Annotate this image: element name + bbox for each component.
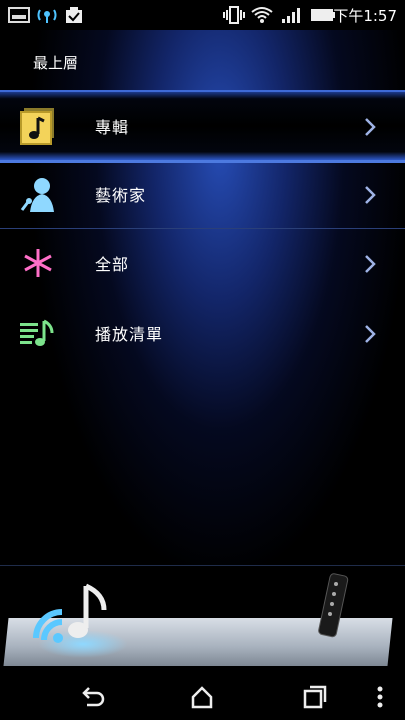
- menu-item-all[interactable]: 全部: [0, 229, 405, 299]
- menu-item-label: 全部: [95, 255, 130, 274]
- album-icon: [20, 108, 54, 145]
- menu-item-label: 藝術家: [95, 186, 147, 205]
- remote-control-icon[interactable]: [312, 572, 352, 642]
- chevron-right-icon: [365, 186, 376, 204]
- menu-icon[interactable]: [370, 683, 390, 711]
- app-screen: 下午1:57 最上層 專輯 藝術家 全部 播放清單: [0, 0, 405, 720]
- vibrate-icon: [223, 6, 245, 24]
- wireless-music-icon[interactable]: [28, 580, 112, 650]
- wireless-tether-icon: [37, 9, 57, 23]
- artist-icon: [20, 178, 54, 212]
- page-title: 最上層: [33, 54, 79, 72]
- menu-item-label: 專輯: [95, 118, 130, 137]
- menu-item-label: 播放清單: [95, 325, 164, 344]
- home-icon[interactable]: [188, 683, 216, 711]
- back-icon[interactable]: [77, 683, 105, 711]
- battery-icon: [311, 9, 335, 21]
- navigation-bar: [0, 673, 405, 720]
- playlist-icon: [20, 319, 54, 346]
- signal-icon: [282, 8, 300, 23]
- chevron-right-icon: [365, 325, 376, 343]
- status-bar: 下午1:57: [0, 0, 405, 30]
- menu-item-artists[interactable]: 藝術家: [0, 160, 405, 230]
- menu-item-albums[interactable]: 專輯: [0, 90, 405, 163]
- recent-apps-icon[interactable]: [301, 683, 329, 711]
- menu-item-playlists[interactable]: 播放清單: [0, 299, 405, 369]
- all-icon: [24, 249, 52, 277]
- task-check-icon: [66, 7, 82, 23]
- status-time: 下午1:57: [333, 7, 397, 25]
- chevron-right-icon: [365, 255, 376, 273]
- chevron-right-icon: [365, 118, 376, 136]
- wifi-icon: [251, 7, 273, 23]
- notification-image-icon: [8, 7, 30, 23]
